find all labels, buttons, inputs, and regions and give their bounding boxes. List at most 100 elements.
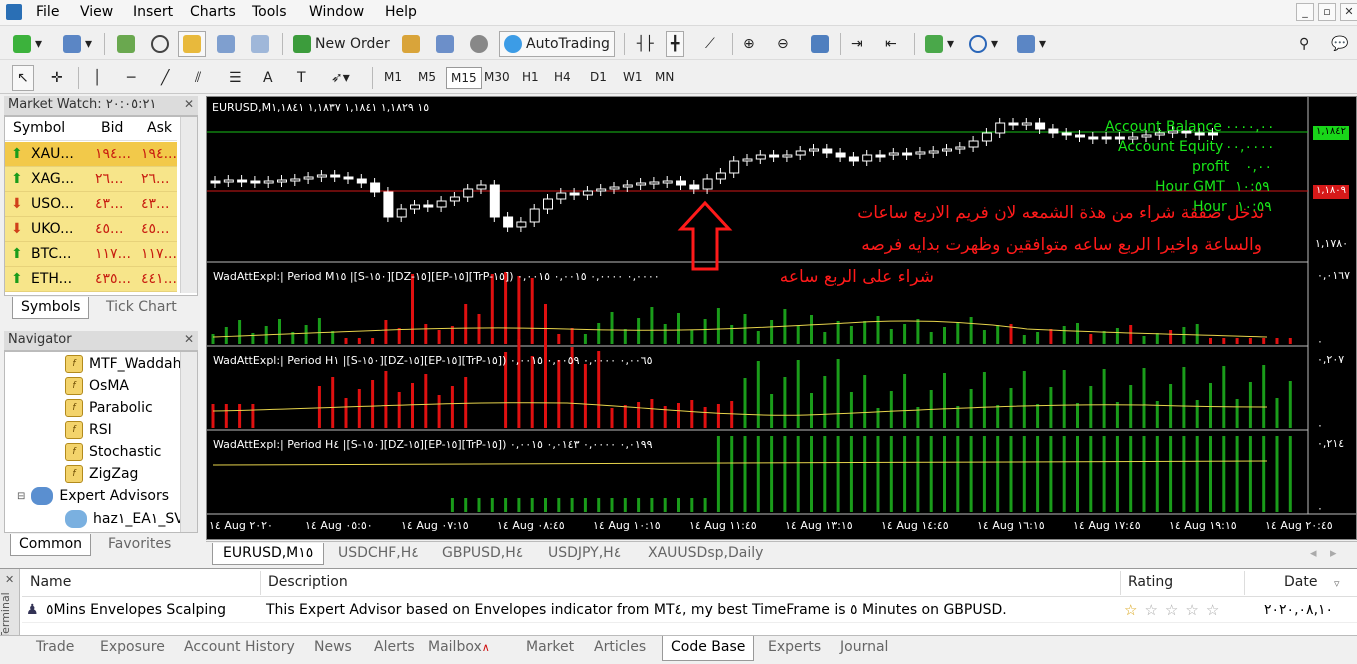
tab-tick-chart[interactable]: Tick Chart	[98, 297, 185, 319]
tabs-scroll-right-icon[interactable]: ▸	[1330, 546, 1337, 561]
close-button[interactable]: ✕	[1340, 3, 1357, 21]
col-rating[interactable]: Rating	[1128, 574, 1173, 596]
periods-button[interactable]: ▾	[964, 31, 1003, 57]
profiles-button[interactable]: ▾	[58, 31, 97, 57]
chart-window[interactable]: EURUSD,M١٥ ١,١٨٢٩ ١,١٨٤١ ١,١٨٣٧ ١,١٨٤١ A…	[206, 96, 1357, 540]
market-watch-scrollbar[interactable]	[180, 117, 197, 293]
restore-button[interactable]: ▫	[1318, 3, 1336, 21]
navigator-indicator-item[interactable]: f OsMA	[65, 376, 129, 396]
col-symbol[interactable]: Symbol	[13, 120, 65, 136]
navigator-indicator-item[interactable]: f Parabolic	[65, 398, 153, 418]
indicators-button[interactable]: ▾	[920, 31, 959, 57]
tile-windows-button[interactable]	[806, 31, 834, 57]
terminal-tab[interactable]: Account History	[176, 636, 303, 661]
market-watch-button[interactable]	[112, 31, 140, 57]
navigator-button[interactable]	[178, 31, 206, 57]
crosshair-button[interactable]	[146, 31, 174, 57]
text-label-button[interactable]: T	[292, 65, 311, 91]
tab-favorites[interactable]: Favorites	[100, 534, 179, 556]
tester-button[interactable]	[246, 31, 274, 57]
price-chart[interactable]	[207, 97, 1356, 539]
tf-m1[interactable]: M1	[380, 67, 406, 89]
market-watch-row[interactable]: ⬇ USO... ٤٣... ٤٣...	[5, 192, 177, 217]
close-icon[interactable]: ✕	[184, 97, 194, 111]
candlestick-button[interactable]: ╋	[666, 31, 685, 57]
sort-icon[interactable]: ▿	[1334, 577, 1340, 590]
market-button[interactable]	[465, 31, 493, 57]
chart-tab-eurusd[interactable]: EURUSD,M١٥	[212, 543, 325, 565]
tf-mn[interactable]: MN	[651, 67, 678, 89]
chart-tab-usdchf[interactable]: USDCHF,H٤	[328, 543, 429, 565]
chat-button[interactable]: 💬	[1326, 31, 1353, 57]
signals-button[interactable]	[431, 31, 459, 57]
menu-file[interactable]: File	[36, 4, 59, 20]
col-bid[interactable]: Bid	[101, 120, 123, 136]
navigator-indicator-item[interactable]: f RSI	[65, 420, 112, 440]
col-description[interactable]: Description	[268, 574, 348, 596]
col-ask[interactable]: Ask	[147, 120, 172, 136]
navigator-indicator-item[interactable]: f ZigZag	[65, 464, 138, 484]
col-date[interactable]: Date	[1284, 574, 1317, 596]
menu-tools[interactable]: Tools	[252, 4, 287, 20]
terminal-tab[interactable]: Trade	[28, 636, 82, 661]
autotrading-button[interactable]: AutoTrading	[499, 31, 615, 57]
minimize-button[interactable]: _	[1296, 3, 1314, 21]
tf-w1[interactable]: W1	[619, 67, 647, 89]
market-watch-row[interactable]: ⬆ BTC... ١١٧... ١١٧...	[5, 242, 177, 267]
zoom-in-button[interactable]: ⊕	[738, 31, 760, 57]
tf-h1[interactable]: H1	[518, 67, 543, 89]
market-watch-row[interactable]: ⬆ ETH... ٤٣٥... ٤٤١...	[5, 267, 177, 292]
search-button[interactable]: ⚲	[1294, 31, 1314, 57]
ea-item[interactable]: haz١_EA١_SV	[65, 509, 184, 529]
autoscroll-button[interactable]: ⇥	[846, 31, 868, 57]
navigator-scrollbar[interactable]	[180, 352, 197, 532]
menu-window[interactable]: Window	[309, 4, 364, 20]
market-watch-row[interactable]: ⬆ XAU... ١٩٤... ١٩٤...	[5, 142, 177, 167]
terminal-tab[interactable]: Experts	[760, 636, 829, 661]
market-watch-row[interactable]: ⬇ UKO... ٤٥... ٤٥...	[5, 217, 177, 242]
cursor-button[interactable]: ↖	[12, 65, 34, 91]
vertical-line-button[interactable]: │	[88, 65, 106, 91]
terminal-tab[interactable]: Code Base	[662, 636, 755, 661]
templates-button[interactable]: ▾	[1012, 31, 1051, 57]
chart-tab-usdjpy[interactable]: USDJPY,H٤	[538, 543, 631, 565]
menu-insert[interactable]: Insert	[133, 4, 173, 20]
tf-m15[interactable]: M15	[446, 67, 482, 89]
chart-tab-xauusd[interactable]: XAUUSDsp,Daily	[638, 543, 773, 565]
channel-button[interactable]: ⫽	[190, 65, 206, 91]
tf-m5[interactable]: M5	[414, 67, 440, 89]
collapse-icon[interactable]: ⊟	[17, 491, 25, 502]
terminal-button[interactable]	[212, 31, 240, 57]
market-watch-row[interactable]: ⬆ XAG... ٢٦... ٢٦...	[5, 167, 177, 192]
tf-h4[interactable]: H4	[550, 67, 575, 89]
tf-m30[interactable]: M30	[480, 67, 514, 89]
col-name[interactable]: Name	[30, 574, 71, 596]
menu-charts[interactable]: Charts	[190, 4, 236, 20]
close-icon[interactable]: ✕	[184, 332, 194, 346]
bar-chart-button[interactable]: ┤├	[632, 31, 659, 57]
line-chart-button[interactable]: ⟋	[700, 31, 720, 57]
tf-d1[interactable]: D1	[586, 67, 611, 89]
terminal-tab[interactable]: Market	[518, 636, 582, 661]
expert-advisors-node[interactable]: ⊟ Expert Advisors	[17, 486, 169, 506]
terminal-tab[interactable]: Mailbox∧	[420, 636, 498, 661]
tabs-scroll-left-icon[interactable]: ◂	[1310, 546, 1317, 561]
chart-tab-gbpusd[interactable]: GBPUSD,H٤	[432, 543, 533, 565]
close-icon[interactable]: ✕	[5, 573, 14, 586]
terminal-tab[interactable]: Articles	[586, 636, 654, 661]
table-row[interactable]: ♟ ٥Mins Envelopes Scalping This Expert A…	[22, 599, 1357, 623]
text-button[interactable]: A	[258, 65, 278, 91]
metaeditor-button[interactable]	[397, 31, 425, 57]
menu-view[interactable]: View	[80, 4, 113, 20]
terminal-tab[interactable]: News	[306, 636, 360, 661]
terminal-tab[interactable]: Alerts	[366, 636, 423, 661]
navigator-indicator-item[interactable]: f Stochastic	[65, 442, 161, 462]
chart-shift-button[interactable]: ⇤	[880, 31, 902, 57]
horizontal-line-button[interactable]: ─	[122, 65, 140, 91]
terminal-tab[interactable]: Journal	[832, 636, 896, 661]
terminal-tab[interactable]: Exposure	[92, 636, 173, 661]
new-order-button[interactable]: New Order	[288, 31, 395, 57]
crosshair-tool-button[interactable]: ✛	[46, 65, 68, 91]
trendline-button[interactable]: ╱	[156, 65, 174, 91]
new-chart-button[interactable]: ▾	[8, 31, 47, 57]
